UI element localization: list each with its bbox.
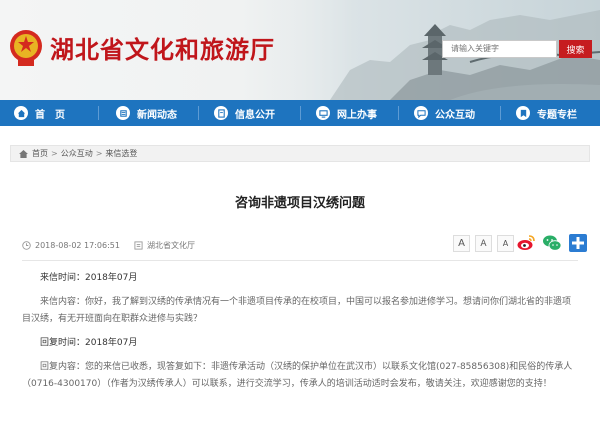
site-title[interactable]: 湖北省文化和旅游厅 [50, 30, 275, 65]
add-share-icon[interactable] [568, 233, 588, 253]
reply-content: 回复内容：您的来信已收悉，现答复如下：非遗传承活动（汉绣的保护单位在武汉市）以联… [22, 362, 573, 389]
share-buttons [510, 233, 588, 253]
breadcrumb-item-home[interactable]: 首页 [32, 148, 48, 159]
nav-item-label: 新闻动态 [137, 109, 177, 121]
site-header: 湖北省文化和旅游厅 搜索 [0, 0, 600, 100]
letter-content: 来信内容：你好，我了解到汉绣的传承情况有一个非遗项目传承的在校项目，中国可以报名… [22, 297, 572, 324]
article-meta: 2018-08-02 17:06:51 湖北省文化厅 A A A [22, 233, 587, 257]
nav-item-label: 专题专栏 [537, 109, 577, 121]
letter-time: 来信时间：2018年07月 [40, 273, 138, 283]
search-input[interactable] [442, 40, 557, 58]
nav-item-info[interactable]: 信息公开 [214, 100, 275, 126]
nav-item-label: 信息公开 [235, 109, 275, 121]
info-icon [214, 106, 228, 120]
article-content: 来信时间：2018年07月 来信内容：你好，我了解到汉绣的传承情况有一个非遗项目… [22, 270, 578, 400]
nav-item-label: 网上办事 [337, 109, 377, 121]
chat-icon [414, 106, 428, 120]
national-emblem-icon [10, 30, 42, 66]
breadcrumb-item-letters[interactable]: 来信选登 [105, 148, 137, 159]
clock-icon [22, 240, 31, 250]
nav-item-service[interactable]: 网上办事 [316, 100, 377, 126]
article-source: 湖北省文化厅 [146, 240, 195, 250]
nav-divider [500, 106, 501, 120]
article-title: 咨询非遗项目汉绣问题 [234, 196, 365, 211]
breadcrumb: 首页 > 公众互动 > 来信选登 [10, 145, 590, 162]
service-icon [316, 106, 330, 120]
font-large-button[interactable]: A [453, 235, 470, 252]
content-divider [22, 260, 578, 261]
breadcrumb-separator: > [51, 149, 58, 158]
topic-icon [516, 106, 530, 120]
nav-divider [198, 106, 199, 120]
nav-item-interaction[interactable]: 公众互动 [414, 100, 475, 126]
nav-divider [398, 106, 399, 120]
nav-item-label: 首 页 [35, 109, 65, 121]
news-icon [116, 106, 130, 120]
weibo-icon[interactable] [516, 233, 536, 253]
search-button[interactable]: 搜索 [559, 40, 592, 58]
nav-item-home[interactable]: 首 页 [14, 100, 65, 126]
wechat-icon[interactable] [542, 233, 562, 253]
breadcrumb-separator: > [95, 149, 103, 158]
breadcrumb-item-interaction[interactable]: 公众互动 [61, 148, 93, 159]
nav-divider [98, 106, 99, 120]
font-medium-button[interactable]: A [475, 235, 492, 252]
home-icon [14, 106, 28, 120]
reply-time: 回复时间：2018年07月 [40, 338, 138, 348]
article-date: 2018-08-02 17:06:51 [35, 240, 120, 250]
main-nav: 首 页 新闻动态 信息公开 网上办事 公众互动 专题专栏 [0, 100, 600, 126]
source-icon [134, 240, 143, 250]
nav-item-topics[interactable]: 专题专栏 [516, 100, 577, 126]
search-bar: 搜索 [442, 40, 592, 60]
nav-item-news[interactable]: 新闻动态 [116, 100, 177, 126]
font-size-controls: A A A [448, 235, 514, 252]
home-icon [19, 149, 28, 158]
nav-item-label: 公众互动 [435, 109, 475, 121]
nav-divider [300, 106, 301, 120]
